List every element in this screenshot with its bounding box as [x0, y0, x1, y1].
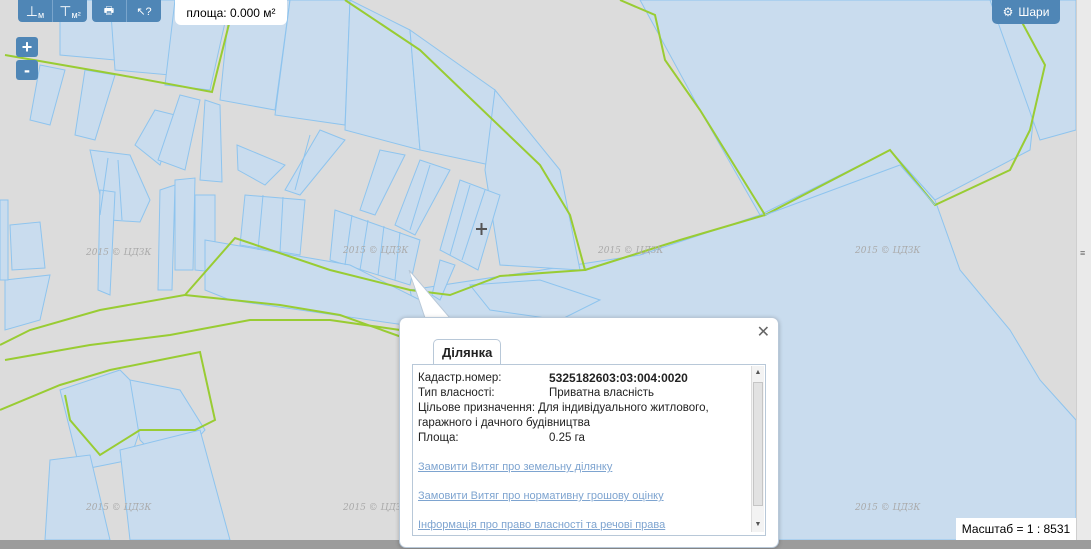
gear-icon: ⚙	[1002, 5, 1014, 19]
measure-toolbar: ⊥ м ⊤ м²	[18, 0, 87, 22]
field-purpose: Цільове призначення: Для індивідуального …	[418, 402, 709, 429]
scale-readout: Масштаб = 1 : 8531	[956, 518, 1076, 540]
layers-button[interactable]: ⚙ Шари	[992, 0, 1060, 24]
tab-parcel[interactable]: Ділянка	[433, 339, 502, 364]
field-ownership: Тип власності: Приватна власність	[418, 387, 655, 399]
svg-text:2015 © ЦДЗК: 2015 © ЦДЗК	[342, 246, 409, 256]
svg-text:2015 © ЦДЗК: 2015 © ЦДЗК	[85, 248, 152, 258]
close-icon[interactable]: ✕	[757, 322, 770, 342]
order-extract-link[interactable]: Замовити Витяг про земельну ділянку	[418, 461, 612, 473]
parcel-popup: ✕ Ділянка Кадастр.номер: 5325182603:03:00…	[399, 317, 779, 548]
print-icon[interactable]: 🖶	[92, 0, 127, 22]
svg-text:2015 © ЦДЗК: 2015 © ЦДЗК	[854, 246, 921, 256]
parcel-info-panel: Кадастр.номер: 5325182603:03:004:0020 Тип…	[412, 364, 766, 536]
measure-length-button[interactable]: ⊥ м	[18, 0, 53, 22]
svg-text:2015 © ЦДЗК: 2015 © ЦДЗК	[85, 503, 152, 513]
field-cadastral: Кадастр.номер: 5325182603:03:004:0020	[418, 371, 688, 385]
order-valuation-link[interactable]: Замовити Витяг про нормативну грошову оц…	[418, 490, 664, 502]
zoom-in-button[interactable]: +	[16, 37, 38, 57]
popup-scrollbar[interactable]: ▲ ▼	[751, 366, 764, 532]
scrollbar[interactable]: ≡	[1076, 0, 1091, 540]
layers-label: Шари	[1018, 5, 1050, 19]
zoom-out-button[interactable]: -	[16, 60, 38, 80]
ownership-info-link[interactable]: Інформація про право власності та речові…	[418, 519, 665, 531]
popup-pointer	[408, 270, 452, 320]
field-area: Площа: 0.25 га	[418, 432, 585, 444]
svg-text:2015 © ЦДЗК: 2015 © ЦДЗК	[854, 503, 921, 513]
svg-text:2015 © ЦДЗК: 2015 © ЦДЗК	[597, 246, 664, 256]
print-toolbar: 🖶 ↖?	[92, 0, 161, 22]
area-readout: площа: 0.000 м²	[175, 0, 287, 25]
measure-area-button[interactable]: ⊤ м²	[53, 0, 87, 22]
identify-icon[interactable]: ↖?	[127, 0, 161, 22]
